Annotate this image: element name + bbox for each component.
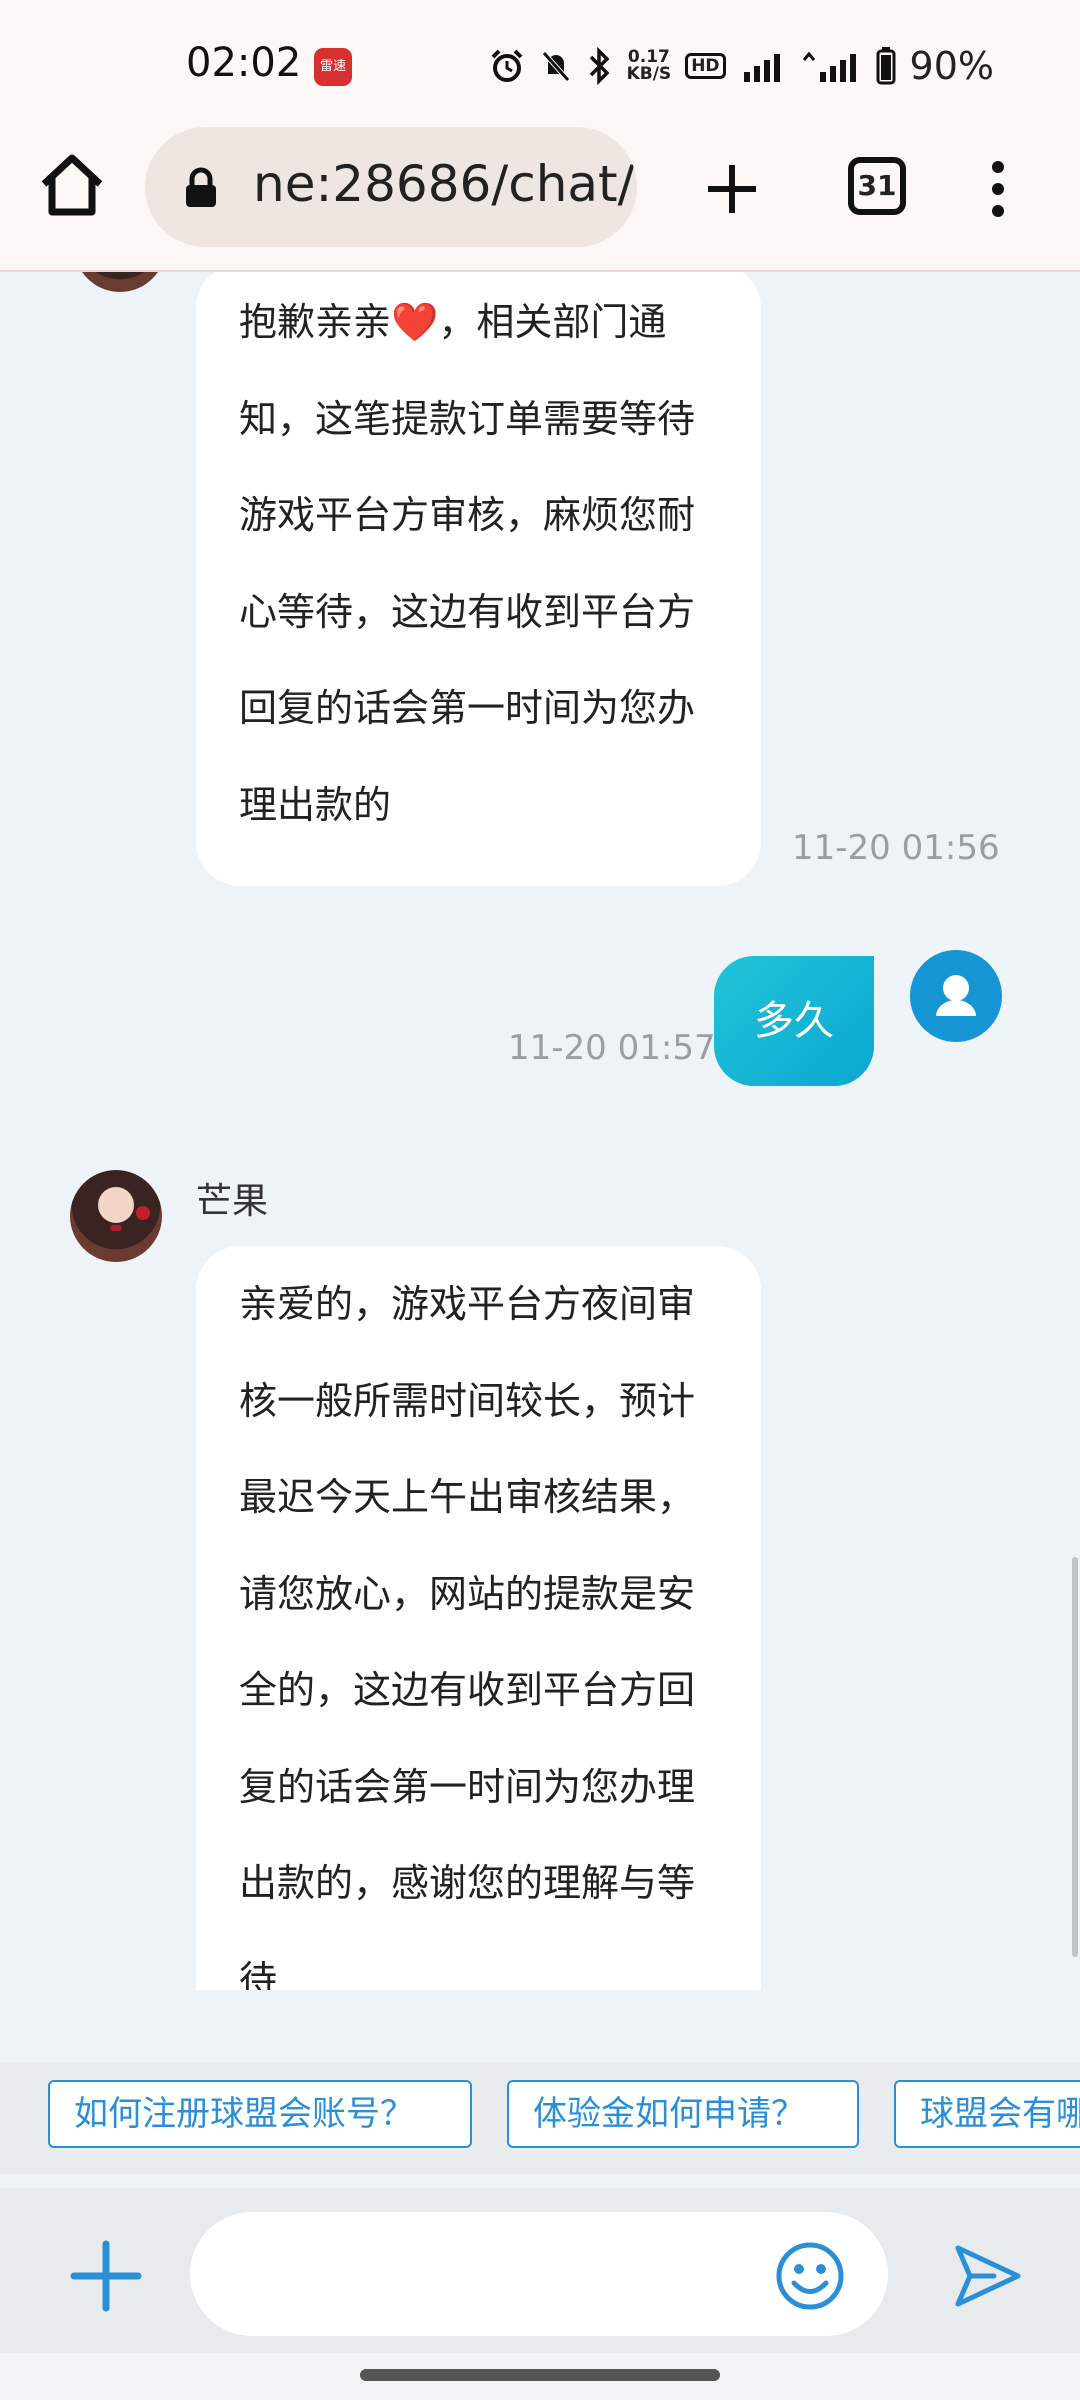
user-avatar[interactable] <box>910 950 1002 1042</box>
quick-question-chip[interactable]: 球盟会有哪 <box>894 2080 1080 2148</box>
gesture-handle[interactable] <box>360 2369 720 2381</box>
quick-questions-bar: 如何注册球盟会账号？ 体验金如何申请？ 球盟会有哪 <box>0 2062 1080 2174</box>
quick-question-chip[interactable]: 体验金如何申请？ <box>507 2080 859 2148</box>
new-tab-icon[interactable] <box>700 157 764 221</box>
mute-icon <box>541 51 570 82</box>
hd-voice-icon: HD <box>685 53 726 79</box>
signal-4g-icon <box>743 54 780 82</box>
bluetooth-icon <box>589 47 610 85</box>
status-icons: 0.17 KB/S HD 90% <box>489 44 994 88</box>
scrollbar[interactable] <box>1072 1557 1078 1957</box>
quick-question-chip[interactable]: 如何注册球盟会账号？ <box>48 2080 472 2148</box>
chat-message-list[interactable]: 抱歉亲亲❤️，相关部门通知，这笔提款订单需要等待游戏平台方审核，麻烦您耐心等待，… <box>0 272 1080 1990</box>
signal-5g-icon <box>802 51 856 82</box>
browser-toolbar: ne:28686/chat/i 31 <box>0 125 1080 272</box>
plus-icon[interactable] <box>66 2236 146 2316</box>
more-menu-icon[interactable] <box>980 157 1016 221</box>
alarm-icon <box>491 49 523 82</box>
agent-avatar[interactable] <box>70 1170 162 1262</box>
network-speed: 0.17 KB/S <box>626 47 672 84</box>
battery-icon <box>876 47 896 85</box>
tab-switcher-button[interactable]: 31 <box>848 157 906 215</box>
address-bar[interactable]: ne:28686/chat/i <box>145 127 637 247</box>
home-icon[interactable] <box>36 150 108 222</box>
message-text: 亲爱的，游戏平台方夜间审核一般所需时间较长，预计最迟今天上午出审核结果，请您放心… <box>239 1282 696 1990</box>
app-notification-icon: 雷速 <box>314 48 352 86</box>
status-bar: 02:02 雷速 0.17 KB/S HD 90% <box>0 0 1080 125</box>
agent-message-bubble: 抱歉亲亲❤️，相关部门通知，这笔提款订单需要等待游戏平台方审核，麻烦您耐心等待，… <box>196 272 761 886</box>
url-text[interactable]: ne:28686/chat/i <box>253 155 637 213</box>
agent-avatar[interactable] <box>74 272 166 292</box>
message-input-bar <box>0 2188 1080 2353</box>
message-text: 多久 <box>754 998 834 1044</box>
status-time: 02:02 <box>186 40 302 86</box>
emoji-icon[interactable] <box>774 2240 846 2312</box>
lock-icon <box>186 167 216 207</box>
user-message-bubble: 多久 <box>714 956 874 1086</box>
message-time: 11-20 01:56 <box>792 828 1000 868</box>
message-text: 抱歉亲亲❤️，相关部门通知，这笔提款订单需要等待游戏平台方审核，麻烦您耐心等待，… <box>239 300 696 827</box>
agent-name: 芒果 <box>196 1181 269 1222</box>
send-icon[interactable] <box>950 2238 1026 2314</box>
battery-percentage: 90% <box>909 44 994 88</box>
message-time: 11-20 01:57 <box>508 1028 716 1068</box>
system-navigation-bar <box>0 2353 1080 2400</box>
agent-message-bubble: 亲爱的，游戏平台方夜间审核一般所需时间较长，预计最迟今天上午出审核结果，请您放心… <box>196 1246 761 1990</box>
user-icon <box>936 975 976 1016</box>
